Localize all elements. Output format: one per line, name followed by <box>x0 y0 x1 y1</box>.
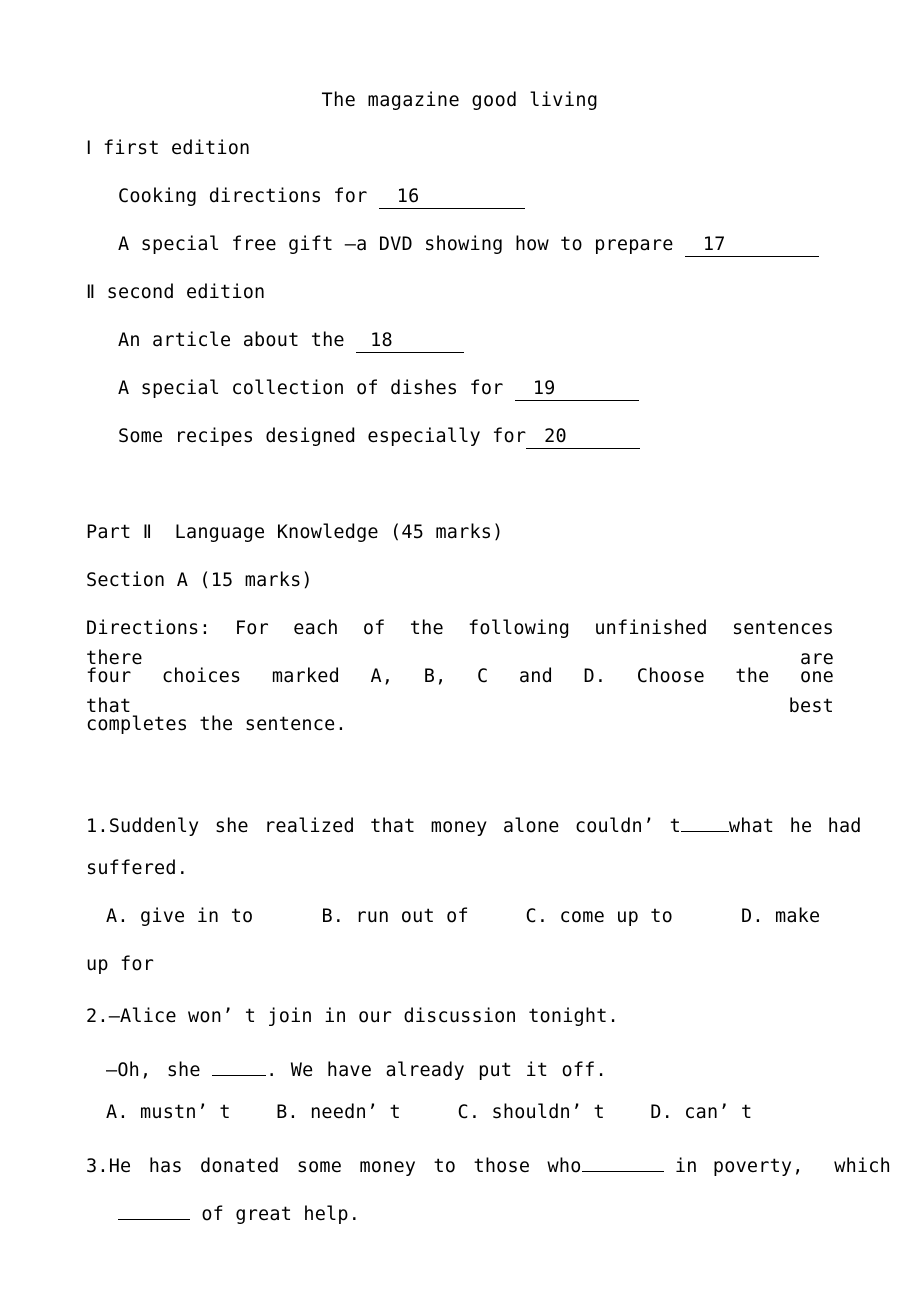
note-item-16: Cooking directions for 16 <box>118 182 834 212</box>
question-2-number: 2. <box>86 1006 109 1027</box>
section-heading: Section A (15 marks) <box>86 570 313 591</box>
question-2-stem-line-2: —Oh, she . We have already put it off. <box>106 1050 834 1081</box>
question-1-stem-a: Suddenly she realized that money alone c… <box>108 816 681 837</box>
note-item-18: An article about the 18 <box>118 326 834 356</box>
question-2-answer-blank[interactable] <box>212 1050 267 1076</box>
question-2-stem-line-2-b: . We have already put it off. <box>266 1060 607 1081</box>
note-section-heading-2: Ⅱ second edition <box>86 282 266 303</box>
page-title: The magazine good living <box>321 90 599 111</box>
answer-blank-16[interactable]: 16 <box>378 184 525 209</box>
note-item-20-text: Some recipes designed especially for <box>118 426 527 447</box>
question-1-option-d-continuation: up for <box>86 954 155 975</box>
document-page: The magazine good living Ⅰ first edition… <box>0 0 920 1302</box>
question-1-options-row-1: A. give in to B. run out of C. come up t… <box>106 902 834 932</box>
question-2-option-c[interactable]: C. shouldn’ t <box>458 1102 605 1123</box>
directions-line-3: completes the sentence. <box>86 714 347 735</box>
question-3-stem-line-2: of great help. <box>118 1194 834 1225</box>
note-item-19-text: A special collection of dishes for <box>118 378 515 399</box>
question-1-stem-b: what he had <box>728 816 862 837</box>
question-1-option-b[interactable]: B. run out of <box>321 906 468 927</box>
note-item-17: A special free gift —a DVD showing how t… <box>118 230 834 260</box>
note-item-18-text: An article about the <box>118 330 357 351</box>
question-2-option-d[interactable]: D. can’ t <box>650 1102 752 1123</box>
question-1-stem-line-2: suffered. <box>86 858 189 879</box>
question-2-stem-line-1: —Alice won’ t join in our discussion ton… <box>108 1006 619 1027</box>
answer-blank-20[interactable]: 20 <box>526 424 641 449</box>
answer-blank-18[interactable]: 18 <box>356 328 465 353</box>
question-1-option-d[interactable]: D. make <box>741 906 820 927</box>
question-3-number: 3. <box>86 1156 109 1177</box>
question-3-answer-blank-2[interactable] <box>118 1194 190 1220</box>
note-section-heading-1: Ⅰ first edition <box>86 138 251 159</box>
question-1-number: 1. <box>86 816 109 837</box>
question-1-option-a[interactable]: A. give in to <box>106 906 253 927</box>
note-item-16-text: Cooking directions for <box>118 186 379 207</box>
question-3-stem-a: He has donated some money to those who <box>108 1156 582 1177</box>
question-1-answer-blank[interactable] <box>680 806 729 832</box>
question-2-option-a[interactable]: A. mustn’ t <box>106 1102 231 1123</box>
note-item-19: A special collection of dishes for 19 <box>118 374 834 404</box>
question-2: 2.—Alice won’ t join in our discussion t… <box>86 1002 834 1032</box>
question-3: 3.He has donated some money to those who… <box>86 1146 891 1177</box>
question-1: 1.Suddenly she realized that money alone… <box>86 806 861 837</box>
question-2-options-row: A. mustn’ t B. needn’ t C. shouldn’ t D.… <box>106 1098 834 1128</box>
directions-line-1: Directions: For each of the following un… <box>86 618 834 669</box>
question-3-stem-line-2-text: of great help. <box>201 1204 361 1225</box>
question-3-stem-b: in poverty, which <box>674 1156 891 1177</box>
question-2-option-b[interactable]: B. needn’ t <box>276 1102 401 1123</box>
answer-blank-17[interactable]: 17 <box>684 232 819 257</box>
answer-blank-19[interactable]: 19 <box>514 376 639 401</box>
question-2-stem-line-2-a: —Oh, she <box>106 1060 201 1081</box>
note-item-17-text: A special free gift —a DVD showing how t… <box>118 234 685 255</box>
directions-line-2: four choices marked A, B, C and D. Choos… <box>86 666 834 717</box>
part-heading: Part Ⅱ Language Knowledge (45 marks) <box>86 522 504 543</box>
question-3-answer-blank-1[interactable] <box>581 1146 664 1172</box>
question-1-option-c[interactable]: C. come up to <box>526 906 673 927</box>
note-item-20: Some recipes designed especially for 20 <box>118 422 834 452</box>
